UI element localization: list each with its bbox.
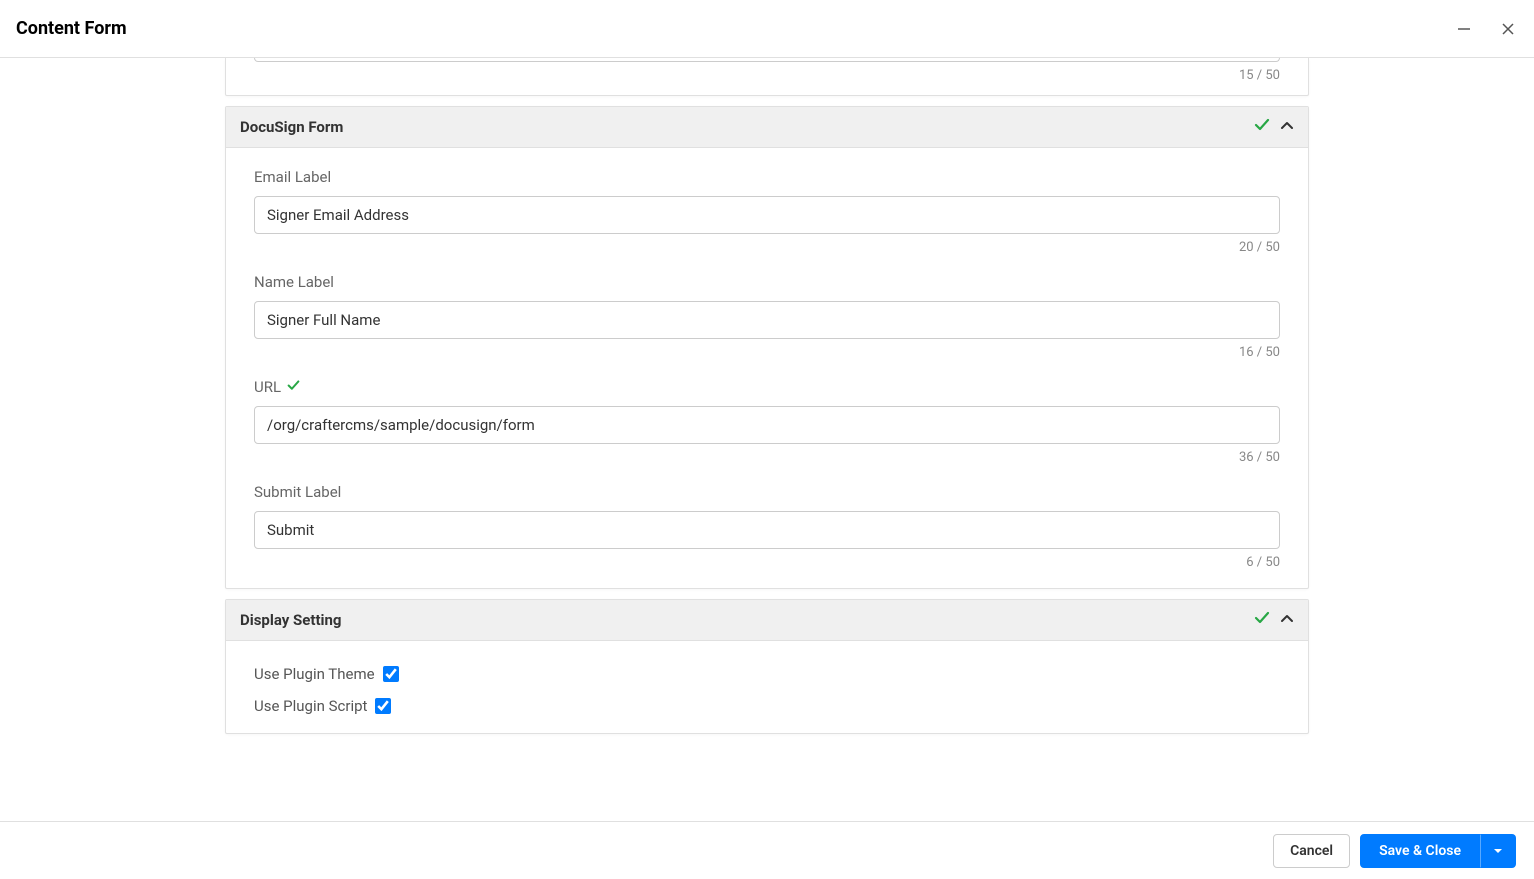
check-icon (1254, 610, 1270, 630)
email-label-counter: 20 / 50 (254, 240, 1280, 255)
window-title: Content Form (16, 18, 127, 39)
url-label: URL (254, 378, 1280, 396)
partial-panel: 15 / 50 (225, 58, 1309, 96)
title-bar: Content Form (0, 0, 1534, 58)
content-inner: 15 / 50 DocuSign Form (225, 58, 1309, 784)
content-area[interactable]: 15 / 50 DocuSign Form (0, 58, 1534, 821)
use-plugin-script-label: Use Plugin Script (254, 697, 367, 715)
use-plugin-script-row: Use Plugin Script (254, 697, 1280, 715)
name-label-label: Name Label (254, 273, 1280, 291)
partial-input-bottom (254, 58, 1280, 62)
display-setting-header[interactable]: Display Setting (226, 600, 1308, 641)
name-label-field: Name Label 16 / 50 (254, 273, 1280, 360)
partial-counter: 15 / 50 (254, 68, 1280, 83)
submit-label-input[interactable] (254, 511, 1280, 549)
url-counter: 36 / 50 (254, 450, 1280, 465)
name-label-input[interactable] (254, 301, 1280, 339)
url-label-text: URL (254, 378, 281, 396)
submit-label-label: Submit Label (254, 483, 1280, 501)
display-setting-title: Display Setting (240, 611, 341, 629)
display-setting-body: Use Plugin Theme Use Plugin Script (226, 641, 1308, 733)
url-input[interactable] (254, 406, 1280, 444)
use-plugin-script-checkbox[interactable] (375, 698, 391, 714)
docusign-form-header[interactable]: DocuSign Form (226, 107, 1308, 148)
email-label-field: Email Label 20 / 50 (254, 168, 1280, 255)
docusign-form-body: Email Label 20 / 50 Name Label 16 / 50 U… (226, 148, 1308, 588)
email-label-label: Email Label (254, 168, 1280, 186)
check-icon (1254, 117, 1270, 137)
minimize-button[interactable] (1454, 19, 1474, 39)
footer: Cancel Save & Close (0, 821, 1534, 879)
url-field: URL 36 / 50 (254, 378, 1280, 465)
check-icon (287, 378, 300, 396)
save-dropdown-button[interactable] (1480, 834, 1516, 868)
close-button[interactable] (1498, 19, 1518, 39)
cancel-button[interactable]: Cancel (1273, 834, 1350, 868)
minimize-icon (1456, 21, 1472, 37)
close-icon (1500, 21, 1516, 37)
display-setting-panel: Display Setting Use Plugin Theme (225, 599, 1309, 734)
docusign-form-title: DocuSign Form (240, 118, 343, 136)
email-label-input[interactable] (254, 196, 1280, 234)
chevron-up-icon[interactable] (1280, 611, 1294, 630)
use-plugin-theme-row: Use Plugin Theme (254, 665, 1280, 683)
window: Content Form 15 / 50 (0, 0, 1534, 879)
save-button-group: Save & Close (1360, 834, 1516, 868)
submit-label-field: Submit Label 6 / 50 (254, 483, 1280, 570)
docusign-form-panel: DocuSign Form Email Label 20 (225, 106, 1309, 589)
save-close-button[interactable]: Save & Close (1360, 834, 1480, 868)
name-label-counter: 16 / 50 (254, 345, 1280, 360)
caret-down-icon (1493, 846, 1503, 856)
chevron-up-icon[interactable] (1280, 118, 1294, 137)
use-plugin-theme-checkbox[interactable] (383, 666, 399, 682)
use-plugin-theme-label: Use Plugin Theme (254, 665, 375, 683)
submit-label-counter: 6 / 50 (254, 555, 1280, 570)
window-controls (1454, 19, 1518, 39)
